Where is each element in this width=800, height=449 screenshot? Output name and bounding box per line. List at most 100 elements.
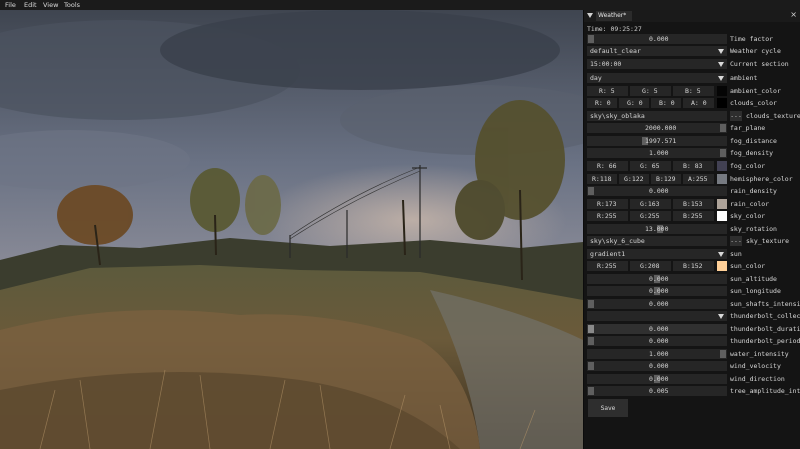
sky-texture-field[interactable]: sky\sky_6_cube xyxy=(587,236,727,246)
wind-velocity-slider[interactable]: 0.000 xyxy=(587,361,727,371)
clouds-texture-label: clouds_texture xyxy=(746,112,800,120)
collapse-arrow-icon[interactable] xyxy=(587,13,593,18)
panel-tab-bar: Weather* × xyxy=(584,10,800,22)
time-label: Time xyxy=(587,25,603,33)
save-button[interactable]: Save xyxy=(588,399,628,417)
menu-tools[interactable]: Tools xyxy=(64,1,80,9)
rain-r-field[interactable]: R:173 xyxy=(587,199,628,209)
tree-amplitude-intensity-slider[interactable]: 0.005 xyxy=(587,386,727,396)
chevron-down-icon xyxy=(718,314,724,319)
landscape-scene xyxy=(0,10,583,449)
sky-b-field[interactable]: B:255 xyxy=(673,211,714,221)
menu-view[interactable]: View xyxy=(43,1,58,9)
sky-color-swatch[interactable] xyxy=(717,211,727,221)
thunderbolt-duration-label: thunderbolt_duration xyxy=(730,325,800,333)
fog-density-slider[interactable]: 1.000 xyxy=(587,148,727,158)
thunderbolt-period-slider[interactable]: 0.000 xyxy=(587,336,727,346)
slider-grab[interactable] xyxy=(720,149,726,157)
chevron-down-icon xyxy=(718,252,724,257)
weather-cycle-label: Weather cycle xyxy=(730,47,781,55)
sun-r-field[interactable]: R:255 xyxy=(587,261,628,271)
wind-direction-label: wind_direction xyxy=(730,375,785,383)
clouds-texture-browse-button[interactable]: ... xyxy=(730,111,742,121)
fog-density-label: fog_density xyxy=(730,149,774,157)
time-value: 09:25:27 xyxy=(610,25,642,33)
sky-g-field[interactable]: G:255 xyxy=(630,211,671,221)
close-icon[interactable]: × xyxy=(790,10,797,19)
sky-r-field[interactable]: R:255 xyxy=(587,211,628,221)
clouds-g-field[interactable]: G: 0 xyxy=(619,98,649,108)
sky-rotation-label: sky_rotation xyxy=(730,225,777,233)
fog-r-field[interactable]: R: 66 xyxy=(587,161,628,171)
sun-b-field[interactable]: B:152 xyxy=(673,261,714,271)
slider-grab[interactable] xyxy=(588,35,594,43)
current-section-combo[interactable]: 15:00:00 xyxy=(587,59,727,69)
ambient-combo[interactable]: day xyxy=(587,73,727,83)
sun-color-swatch[interactable] xyxy=(717,261,727,271)
thunderbolt-collection-combo[interactable] xyxy=(587,311,727,321)
hemisphere-g-field[interactable]: G:122 xyxy=(619,174,649,184)
clouds-color-swatch[interactable] xyxy=(717,98,727,108)
clouds-a-field[interactable]: A: 0 xyxy=(683,98,714,108)
wind-direction-slider[interactable]: 0.000 xyxy=(587,374,727,384)
chevron-down-icon xyxy=(718,76,724,81)
chevron-down-icon xyxy=(718,62,724,67)
slider-grab[interactable] xyxy=(720,350,726,358)
time-factor-label: Time factor xyxy=(730,35,774,43)
fog-color-swatch[interactable] xyxy=(717,161,727,171)
clouds-b-field[interactable]: B: 0 xyxy=(651,98,681,108)
clouds-texture-field[interactable]: sky\sky_oblaka xyxy=(587,111,727,121)
sun-shafts-intensity-slider[interactable]: 0.000 xyxy=(587,299,727,309)
hemisphere-r-field[interactable]: R:118 xyxy=(587,174,617,184)
far-plane-label: far_plane xyxy=(730,124,766,132)
sun-altitude-slider[interactable]: 0.000 xyxy=(587,274,727,284)
ambient-g-field[interactable]: G: 5 xyxy=(630,86,671,96)
ambient-color-swatch[interactable] xyxy=(717,86,727,96)
slider-grab[interactable] xyxy=(588,337,594,345)
thunderbolt-collection-label: thunderbolt_collection xyxy=(730,312,800,320)
sky-texture-label: sky_texture xyxy=(746,237,790,245)
ambient-b-field[interactable]: B: 5 xyxy=(673,86,714,96)
slider-grab[interactable] xyxy=(588,325,594,333)
sky-rotation-slider[interactable]: 13.000 xyxy=(587,224,727,234)
hemisphere-b-field[interactable]: B:129 xyxy=(651,174,681,184)
thunderbolt-duration-slider[interactable]: 0.000 xyxy=(587,324,727,334)
fog-g-field[interactable]: G: 65 xyxy=(630,161,671,171)
game-viewport[interactable] xyxy=(0,10,583,449)
hemisphere-color-label: hemisphere_color xyxy=(730,175,793,183)
slider-grab[interactable] xyxy=(588,187,594,195)
sun-longitude-slider[interactable]: 0.000 xyxy=(587,286,727,296)
hemisphere-color-swatch[interactable] xyxy=(717,174,727,184)
rain-density-label: rain_density xyxy=(730,187,777,195)
menu-file[interactable]: File xyxy=(5,1,16,9)
slider-grab[interactable] xyxy=(720,124,726,132)
tab-weather[interactable]: Weather* xyxy=(596,11,632,21)
weather-cycle-combo[interactable]: default_clear xyxy=(587,46,727,56)
rain-b-field[interactable]: B:153 xyxy=(673,199,714,209)
rain-g-field[interactable]: G:163 xyxy=(630,199,671,209)
rain-color-label: rain_color xyxy=(730,200,770,208)
hemisphere-a-field[interactable]: A:255 xyxy=(683,174,714,184)
thunderbolt-period-label: thunderbolt_period xyxy=(730,337,800,345)
wind-velocity-label: wind_velocity xyxy=(730,362,781,370)
water-intensity-label: water_intensity xyxy=(730,350,789,358)
far-plane-slider[interactable]: 2000.000 xyxy=(587,123,727,133)
slider-grab[interactable] xyxy=(588,300,594,308)
sky-texture-browse-button[interactable]: ... xyxy=(730,236,742,246)
water-intensity-slider[interactable]: 1.000 xyxy=(587,349,727,359)
sun-combo[interactable]: gradient1 xyxy=(587,249,727,259)
chevron-down-icon xyxy=(718,49,724,54)
sun-color-label: sun_color xyxy=(730,262,766,270)
sun-shafts-intensity-label: sun_shafts_intensity xyxy=(730,300,800,308)
slider-grab[interactable] xyxy=(588,387,594,395)
clouds-r-field[interactable]: R: 0 xyxy=(587,98,617,108)
menu-edit[interactable]: Edit xyxy=(24,1,37,9)
ambient-r-field[interactable]: R: 5 xyxy=(587,86,628,96)
time-factor-slider[interactable]: 0.000 xyxy=(587,34,727,44)
sun-g-field[interactable]: G:208 xyxy=(630,261,671,271)
fog-distance-slider[interactable]: 1997.571 xyxy=(587,136,727,146)
slider-grab[interactable] xyxy=(588,362,594,370)
rain-color-swatch[interactable] xyxy=(717,199,727,209)
rain-density-slider[interactable]: 0.000 xyxy=(587,186,727,196)
fog-b-field[interactable]: B: 83 xyxy=(673,161,714,171)
